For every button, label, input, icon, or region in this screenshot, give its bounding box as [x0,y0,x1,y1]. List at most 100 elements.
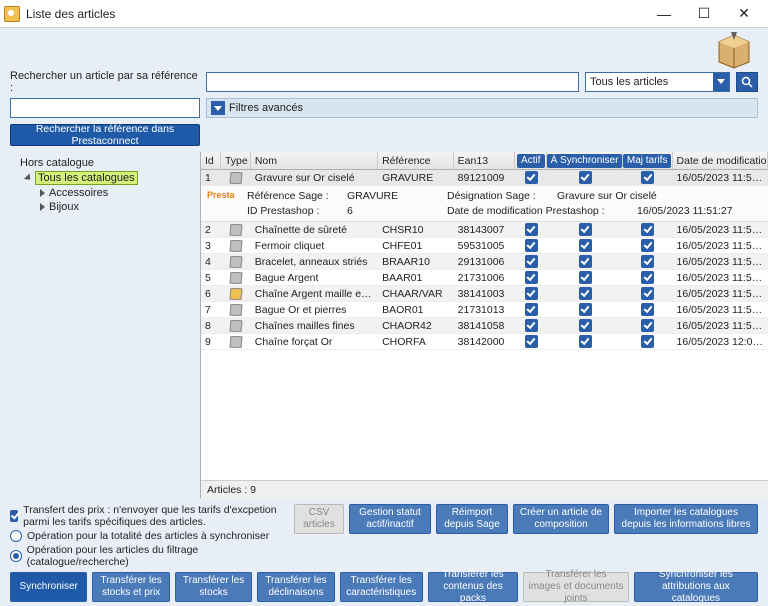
bottom-panel: Transfert des prix : n'envoyer que les t… [0,498,768,606]
type-icon [229,256,242,268]
transfer-decli-button[interactable]: Transférer les déclinaisons [257,572,334,602]
opt-totalite[interactable]: Opération pour la totalité des articles … [10,530,294,542]
table-row[interactable]: 8Chaînes mailles finesCHAOR423814105816/… [201,318,768,334]
main-area: Hors catalogue Tous les catalogues Acces… [0,152,768,498]
check-icon[interactable] [641,303,654,316]
check-icon[interactable] [579,303,592,316]
csv-button: CSV articles [294,504,344,534]
check-icon[interactable] [525,239,538,252]
col-maj[interactable]: Maj tarifs [623,152,673,169]
table-row[interactable]: 7Bague Or et pierresBAOR012173101316/05/… [201,302,768,318]
transfer-carac-button[interactable]: Transférer les caractéristiques [340,572,423,602]
search-label: Rechercher un article par sa référence : [10,70,200,94]
transfer-images-button: Transférer les images et documents joint… [523,572,629,602]
maximize-button[interactable]: ☐ [684,0,724,28]
col-actif[interactable]: Actif [515,152,547,169]
col-nom[interactable]: Nom [251,152,378,169]
transfer-stocks-prix-button[interactable]: Transférer les stocks et prix [92,572,169,602]
grid-footer: Articles : 9 [201,480,768,498]
type-icon [229,336,242,348]
reimport-button[interactable]: Réimport depuis Sage [436,504,508,534]
tree-bijoux[interactable]: Bijoux [6,200,194,214]
table-row[interactable]: 1Gravure sur Or ciseléGRAVURE8912100916/… [201,170,768,186]
check-icon[interactable] [579,287,592,300]
table-row[interactable]: 9Chaîne forçat OrCHORFA3814200016/05/202… [201,334,768,350]
check-icon[interactable] [579,319,592,332]
col-type[interactable]: Type [221,152,251,169]
search-button[interactable] [736,72,758,92]
compo-button[interactable]: Créer un article de composition [513,504,609,534]
article-count: Articles : 9 [207,484,256,496]
import-catalogues-button[interactable]: Importer les catalogues depuis les infor… [614,504,758,534]
article-grid: Id Type Nom Référence Ean13 Actif À Sync… [200,152,768,498]
row-detail: PrestaRéférence Sage :GRAVUREDésignation… [201,186,768,222]
type-icon [229,224,242,236]
type-icon [229,304,242,316]
transfer-stocks-button[interactable]: Transférer les stocks [175,572,252,602]
table-row[interactable]: 4Bracelet, anneaux striésBRAAR1029131006… [201,254,768,270]
check-icon[interactable] [525,271,538,284]
search-input[interactable] [206,72,579,92]
caret-icon [24,173,33,182]
check-icon[interactable] [579,271,592,284]
minimize-button[interactable]: — [644,0,684,28]
box-icon [714,30,754,70]
check-icon[interactable] [525,335,538,348]
table-row[interactable]: 6Chaîne Argent maille et longueCHAAR/VAR… [201,286,768,302]
sync-catalogues-button[interactable]: Synchroniser les attributions aux catalo… [634,572,758,602]
check-icon[interactable] [579,239,592,252]
tree-tous-catalogues[interactable]: Tous les catalogues [6,170,194,186]
sidebar-tree: Hors catalogue Tous les catalogues Acces… [0,152,200,498]
col-ean[interactable]: Ean13 [454,152,516,169]
top-zone: Rechercher un article par sa référence :… [0,28,768,152]
check-icon[interactable] [525,287,538,300]
advanced-filters-bar[interactable]: Filtres avancés [206,98,758,118]
check-icon[interactable] [641,223,654,236]
check-icon[interactable] [641,287,654,300]
check-icon[interactable] [641,335,654,348]
type-icon [229,240,242,252]
check-icon[interactable] [641,171,654,184]
check-icon[interactable] [641,319,654,332]
tree-accessoires[interactable]: Accessoires [6,186,194,200]
sync-button[interactable]: Synchroniser [10,572,87,602]
type-icon [229,172,242,184]
caret-icon [40,203,45,211]
check-icon[interactable] [641,271,654,284]
check-icon[interactable] [579,255,592,268]
ref-input[interactable] [10,98,200,118]
app-icon [4,6,20,22]
col-ref[interactable]: Référence [378,152,454,169]
check-icon[interactable] [579,223,592,236]
filter-combo-value: Tous les articles [590,76,668,88]
chevron-down-icon [211,101,225,115]
check-icon[interactable] [525,303,538,316]
radio-icon [10,530,22,542]
check-icon[interactable] [579,335,592,348]
transfer-packs-button[interactable]: Transférer les contenus des packs [428,572,519,602]
tree-hors-catalogue[interactable]: Hors catalogue [6,156,194,170]
check-icon[interactable] [525,223,538,236]
grid-header: Id Type Nom Référence Ean13 Actif À Sync… [201,152,768,170]
opt-filtrage[interactable]: Opération pour les articles du filtrage … [10,544,294,568]
check-icon[interactable] [525,255,538,268]
col-date[interactable]: Date de modification [673,152,768,169]
check-icon[interactable] [579,171,592,184]
checkbox-icon [10,510,18,522]
advanced-filters-label: Filtres avancés [229,102,303,114]
table-row[interactable]: 3Fermoir cliquetCHFE015953100516/05/2023… [201,238,768,254]
filter-combo[interactable]: Tous les articles [585,72,730,92]
check-icon[interactable] [525,319,538,332]
table-row[interactable]: 5Bague ArgentBAAR012173100616/05/2023 11… [201,270,768,286]
table-row[interactable]: 2Chaînette de sûretéCHSR103814300716/05/… [201,222,768,238]
search-ref-prestaconnect-button[interactable]: Rechercher la référence dans Prestaconne… [10,124,200,146]
check-icon[interactable] [641,239,654,252]
check-icon[interactable] [525,171,538,184]
close-button[interactable]: ✕ [724,0,764,28]
opt-transfert-prix[interactable]: Transfert des prix : n'envoyer que les t… [10,504,294,528]
check-icon[interactable] [641,255,654,268]
col-sync[interactable]: À Synchroniser [547,152,623,169]
col-id[interactable]: Id [201,152,221,169]
type-icon [229,288,242,300]
statut-button[interactable]: Gestion statut actif/inactif [349,504,431,534]
